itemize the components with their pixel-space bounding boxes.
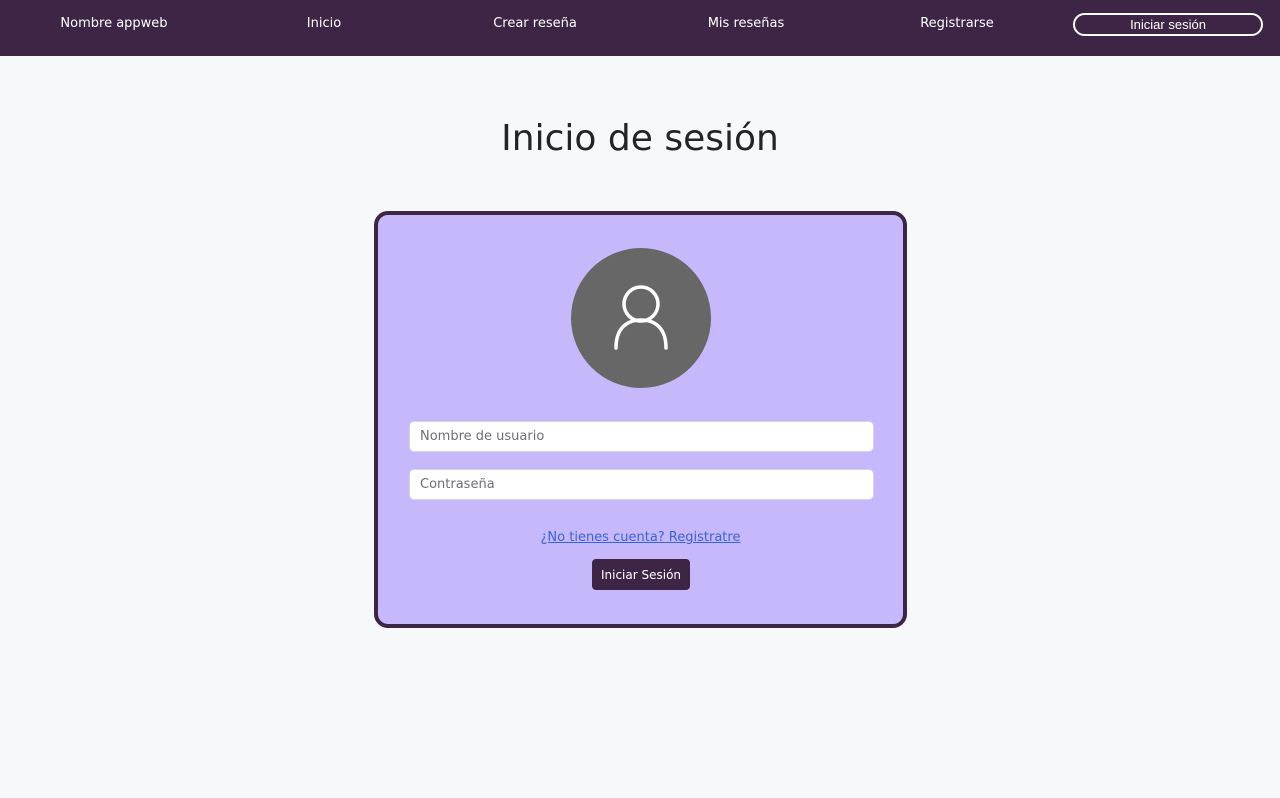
nav-item-inicio[interactable]: Inicio <box>284 0 364 48</box>
avatar <box>571 248 711 388</box>
login-submit-button[interactable]: Iniciar Sesión <box>592 559 690 590</box>
nav-item-registrarse[interactable]: Registrarse <box>902 0 1012 48</box>
password-field[interactable] <box>409 469 874 500</box>
nav-item-mis-resenas[interactable]: Mis reseñas <box>686 0 806 48</box>
username-field[interactable] <box>409 421 874 452</box>
nav-login-button[interactable]: Iniciar sesión <box>1073 13 1263 36</box>
login-card: ¿No tienes cuenta? Registratre Iniciar S… <box>374 211 907 628</box>
top-navbar: Nombre appweb Inicio Crear reseña Mis re… <box>0 0 1280 56</box>
brand-link[interactable]: Nombre appweb <box>54 0 174 48</box>
page-title: Inicio de sesión <box>501 118 779 159</box>
user-icon <box>614 285 668 350</box>
register-link[interactable]: ¿No tienes cuenta? Registratre <box>378 530 903 545</box>
nav-item-crear-resena[interactable]: Crear reseña <box>475 0 595 48</box>
